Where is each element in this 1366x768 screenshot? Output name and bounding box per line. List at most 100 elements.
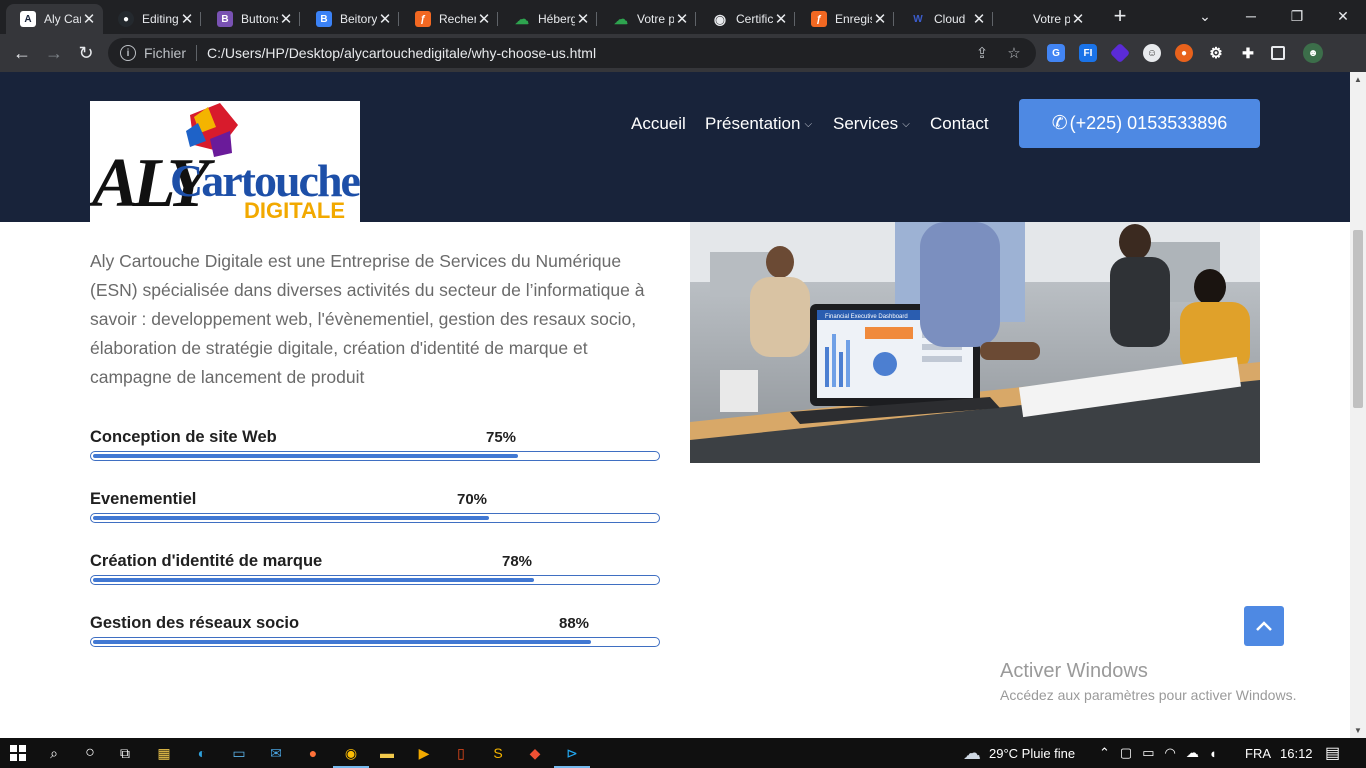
skill-name: Gestion des réseaux socio (90, 614, 300, 632)
device-icon[interactable]: ▢ (1120, 745, 1132, 761)
scheme-label: Fichier (144, 45, 187, 61)
site-logo[interactable]: ALY Cartouche DIGITALE (90, 101, 360, 222)
scroll-up-arrow-icon[interactable]: ▲ (1354, 75, 1362, 84)
skill-web-design: Conception de site Web 75% (90, 428, 660, 468)
progress-fill (93, 640, 591, 644)
progress-fill (93, 578, 534, 582)
minimize-button[interactable]: ─ (1228, 0, 1274, 32)
calculator-icon[interactable]: ▦ (152, 741, 176, 765)
tab-votre-page-2[interactable]: Votre page ✕ (995, 4, 1092, 34)
chevron-down-icon: ⌵ (902, 118, 910, 130)
tray-icons[interactable]: ⌃ ▢ ▭ ◠ ☁ ◖ (1099, 738, 1217, 768)
reload-icon[interactable]: ↻ (74, 41, 98, 65)
page-scrollbar[interactable]: ▲ ▼ (1350, 72, 1366, 738)
edge-icon[interactable]: ◐ (190, 741, 214, 765)
file-explorer-icon[interactable]: ▬ (375, 741, 399, 765)
back-arrow-icon[interactable]: ← (10, 41, 34, 65)
close-icon[interactable]: ✕ (575, 10, 591, 28)
tab-certificat[interactable]: ◉ Certificat ✕ (698, 4, 795, 34)
restore-button[interactable]: ❐ (1274, 0, 1320, 32)
chevron-up-icon[interactable]: ⌃ (1099, 745, 1110, 761)
media-player-icon[interactable]: ▶ (412, 741, 436, 765)
new-tab-button[interactable]: + (1108, 5, 1132, 29)
nav-contact[interactable]: Contact (930, 114, 989, 134)
close-icon[interactable]: ✕ (773, 10, 789, 28)
battery-icon[interactable]: ▭ (1142, 745, 1154, 761)
close-icon[interactable]: ✕ (971, 10, 987, 28)
task-view-icon[interactable]: ⧉ (113, 741, 137, 765)
scrollbar-thumb[interactable] (1353, 230, 1363, 408)
diamond-extension-icon[interactable] (1109, 42, 1131, 64)
notification-icon[interactable]: ▤ (1325, 738, 1340, 768)
tab-title: Editing (142, 12, 179, 26)
onedrive-icon[interactable]: ☁ (1186, 745, 1199, 761)
tab-beitory[interactable]: B Beitory ✕ (302, 4, 399, 34)
svg-text:Financial Executive Dashboard: Financial Executive Dashboard (825, 314, 908, 320)
gear-icon[interactable]: ⚙ (1207, 44, 1225, 62)
phone-call-button[interactable]: ✆ (+225) 0153533896 (1019, 99, 1260, 148)
close-icon[interactable]: ✕ (674, 10, 690, 28)
browser-toolbar: ← → ↻ i Fichier C:/Users/HP/Desktop/alyc… (0, 34, 1366, 72)
skill-name: Conception de site Web (90, 428, 277, 446)
tab-hebergement[interactable]: ☁ Hébergement ✕ (500, 4, 597, 34)
nav-accueil[interactable]: Accueil (631, 114, 686, 134)
language-text: FRA (1245, 745, 1271, 761)
progress-track (90, 513, 660, 523)
close-window-button[interactable]: ✕ (1320, 0, 1366, 32)
firefox-icon[interactable]: ● (301, 741, 325, 765)
close-icon[interactable]: ✕ (1070, 10, 1086, 28)
office-icon[interactable]: ▯ (449, 741, 473, 765)
tab-votre-page[interactable]: ☁ Votre page ✕ (599, 4, 696, 34)
vscode-icon[interactable]: ⊳ (554, 741, 590, 768)
close-icon[interactable]: ✕ (179, 10, 195, 28)
cortana-icon[interactable]: ○ (78, 741, 102, 765)
monitor-app-icon[interactable]: ▭ (227, 741, 251, 765)
sf-icon: ƒ (415, 11, 431, 27)
google-translate-icon[interactable]: G (1047, 44, 1065, 62)
share-icon[interactable]: ⇪ (972, 44, 992, 62)
windows-start-icon[interactable] (6, 741, 30, 765)
wifi-icon[interactable]: ◠ (1165, 745, 1176, 761)
forward-arrow-icon[interactable]: → (42, 41, 66, 65)
tab-aly-cartouche[interactable]: A Aly Cartouche Digitale ✕ (6, 4, 103, 34)
skill-brand-identity: Création d'identité de marque 78% (90, 552, 660, 592)
tab-editing[interactable]: ● Editing ✕ (104, 4, 201, 34)
address-bar[interactable]: i Fichier C:/Users/HP/Desktop/alycartouc… (108, 38, 1036, 68)
info-icon[interactable]: i (120, 45, 136, 61)
tab-title: Votre page (1033, 12, 1070, 26)
close-icon[interactable]: ✕ (81, 10, 97, 28)
nav-label: Présentation (705, 114, 801, 133)
bookmark-star-icon[interactable]: ☆ (1004, 44, 1024, 62)
chrome-icon[interactable]: ◉ (333, 741, 369, 768)
puzzle-extensions-icon[interactable]: ✚ (1239, 44, 1257, 62)
profile-avatar[interactable]: ☻ (1303, 43, 1323, 63)
duckduckgo-icon[interactable]: ● (1175, 44, 1193, 62)
bootstrap-blue-icon: B (316, 11, 332, 27)
office-photo: Financial Executive Dashboard (690, 222, 1260, 463)
close-icon[interactable]: ✕ (872, 10, 888, 28)
language-indicator[interactable]: FRA (1245, 738, 1271, 768)
tab-cloud[interactable]: W Cloud ✕ (896, 4, 993, 34)
fi-extension-icon[interactable]: FI (1079, 44, 1097, 62)
scroll-down-arrow-icon[interactable]: ▼ (1354, 726, 1362, 735)
git-icon[interactable]: ◆ (523, 741, 547, 765)
search-icon[interactable]: ⌕ (42, 741, 66, 765)
side-panel-icon[interactable] (1271, 46, 1285, 60)
back-to-top-button[interactable] (1244, 606, 1284, 646)
tab-enregistrer[interactable]: ƒ Enregistrer ✕ (797, 4, 894, 34)
tab-recherche[interactable]: ƒ Recherche ✕ (401, 4, 498, 34)
nav-presentation[interactable]: Présentation ⌵ (705, 114, 812, 134)
ghost-extension-icon[interactable]: ☺ (1143, 44, 1161, 62)
mail-icon[interactable]: ✉ (264, 741, 288, 765)
clock[interactable]: 16:12 (1280, 738, 1313, 768)
tab-buttons[interactable]: B Buttons ✕ (203, 4, 300, 34)
sublime-text-icon[interactable]: S (486, 741, 510, 765)
close-icon[interactable]: ✕ (476, 10, 492, 28)
weather-widget[interactable]: ☁ 29°C Pluie fine (963, 738, 1075, 768)
close-icon[interactable]: ✕ (377, 10, 393, 28)
volume-icon[interactable]: ◖ (1209, 746, 1217, 761)
url-text[interactable]: C:/Users/HP/Desktop/alycartouchedigitale… (207, 45, 972, 61)
nav-services[interactable]: Services ⌵ (833, 114, 910, 134)
close-icon[interactable]: ✕ (278, 10, 294, 28)
tab-search-icon[interactable]: ⌄ (1182, 0, 1228, 32)
